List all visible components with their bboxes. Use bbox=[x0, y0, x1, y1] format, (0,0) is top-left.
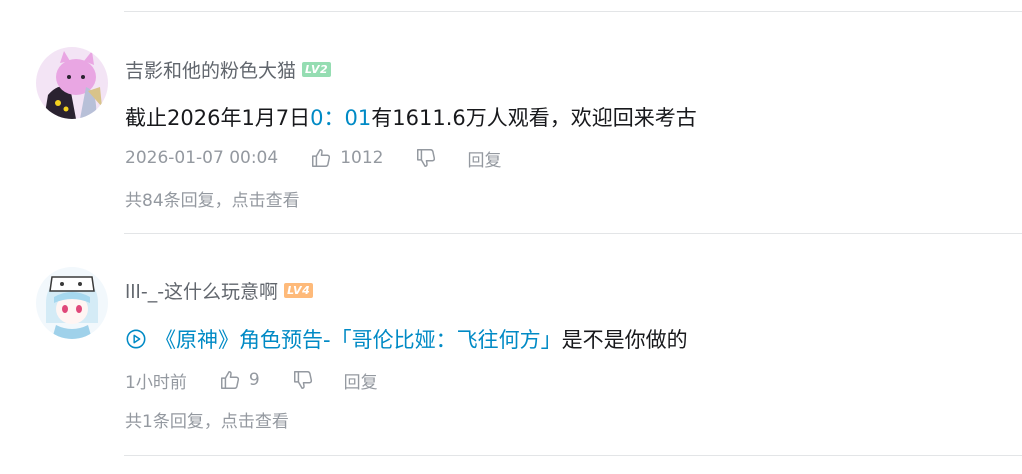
play-circle-icon bbox=[126, 329, 146, 349]
comment-content: 截止2026年1月7日 0：01 有1611.6万人观看，欢迎回来考古 bbox=[125, 102, 697, 132]
comment-divider bbox=[124, 233, 1022, 234]
username[interactable]: 吉影和他的粉色大猫 bbox=[125, 56, 296, 83]
timestamp-link[interactable]: 0：01 bbox=[310, 102, 371, 132]
reply-button[interactable]: 回复 bbox=[467, 146, 501, 171]
user-line: 吉影和他的粉色大猫 LV2 bbox=[125, 56, 332, 83]
avatar[interactable] bbox=[36, 267, 108, 339]
comment-meta: 1小时前 9 回复 bbox=[125, 368, 378, 393]
user-line: lll-_-这什么玩意啊 LV4 bbox=[125, 277, 314, 304]
dislike-button[interactable] bbox=[415, 147, 437, 169]
level-badge: LV2 bbox=[302, 61, 332, 77]
view-replies-link[interactable]: 共1条回复，点击查看 bbox=[125, 407, 289, 432]
like-count: 1012 bbox=[340, 148, 384, 168]
content-text: 有1611.6万人观看，欢迎回来考古 bbox=[371, 106, 697, 130]
comment-time: 2026-01-07 00:04 bbox=[125, 148, 279, 168]
thumbs-down-icon bbox=[417, 149, 436, 167]
video-link[interactable]: 《原神》角色预告-「哥伦比娅：飞往何方」 bbox=[155, 324, 562, 354]
top-divider bbox=[124, 11, 1022, 12]
level-badge: LV4 bbox=[284, 282, 314, 298]
thumbs-up-icon bbox=[220, 371, 239, 389]
comment-content: 《原神》角色预告-「哥伦比娅：飞往何方」 是不是你做的 bbox=[125, 324, 688, 354]
reply-button[interactable]: 回复 bbox=[344, 368, 378, 393]
avatar-image bbox=[36, 47, 108, 119]
like-count: 9 bbox=[248, 370, 260, 390]
comment-time: 1小时前 bbox=[125, 372, 187, 393]
like-button[interactable]: 1012 bbox=[310, 147, 383, 169]
content-text: 是不是你做的 bbox=[561, 328, 688, 352]
thumbs-down-icon bbox=[293, 371, 312, 389]
view-replies-link[interactable]: 共84条回复，点击查看 bbox=[125, 186, 300, 211]
thumbs-up-icon bbox=[312, 149, 331, 167]
avatar[interactable] bbox=[36, 47, 108, 119]
username[interactable]: lll-_-这什么玩意啊 bbox=[125, 277, 278, 304]
dislike-button[interactable] bbox=[292, 369, 314, 391]
like-button[interactable]: 9 bbox=[219, 369, 260, 391]
content-text: 截止2026年1月7日 bbox=[125, 106, 311, 130]
bottom-divider bbox=[124, 455, 1022, 456]
comment-meta: 2026-01-07 00:04 1012 回复 bbox=[125, 146, 501, 171]
avatar-image bbox=[36, 267, 108, 339]
